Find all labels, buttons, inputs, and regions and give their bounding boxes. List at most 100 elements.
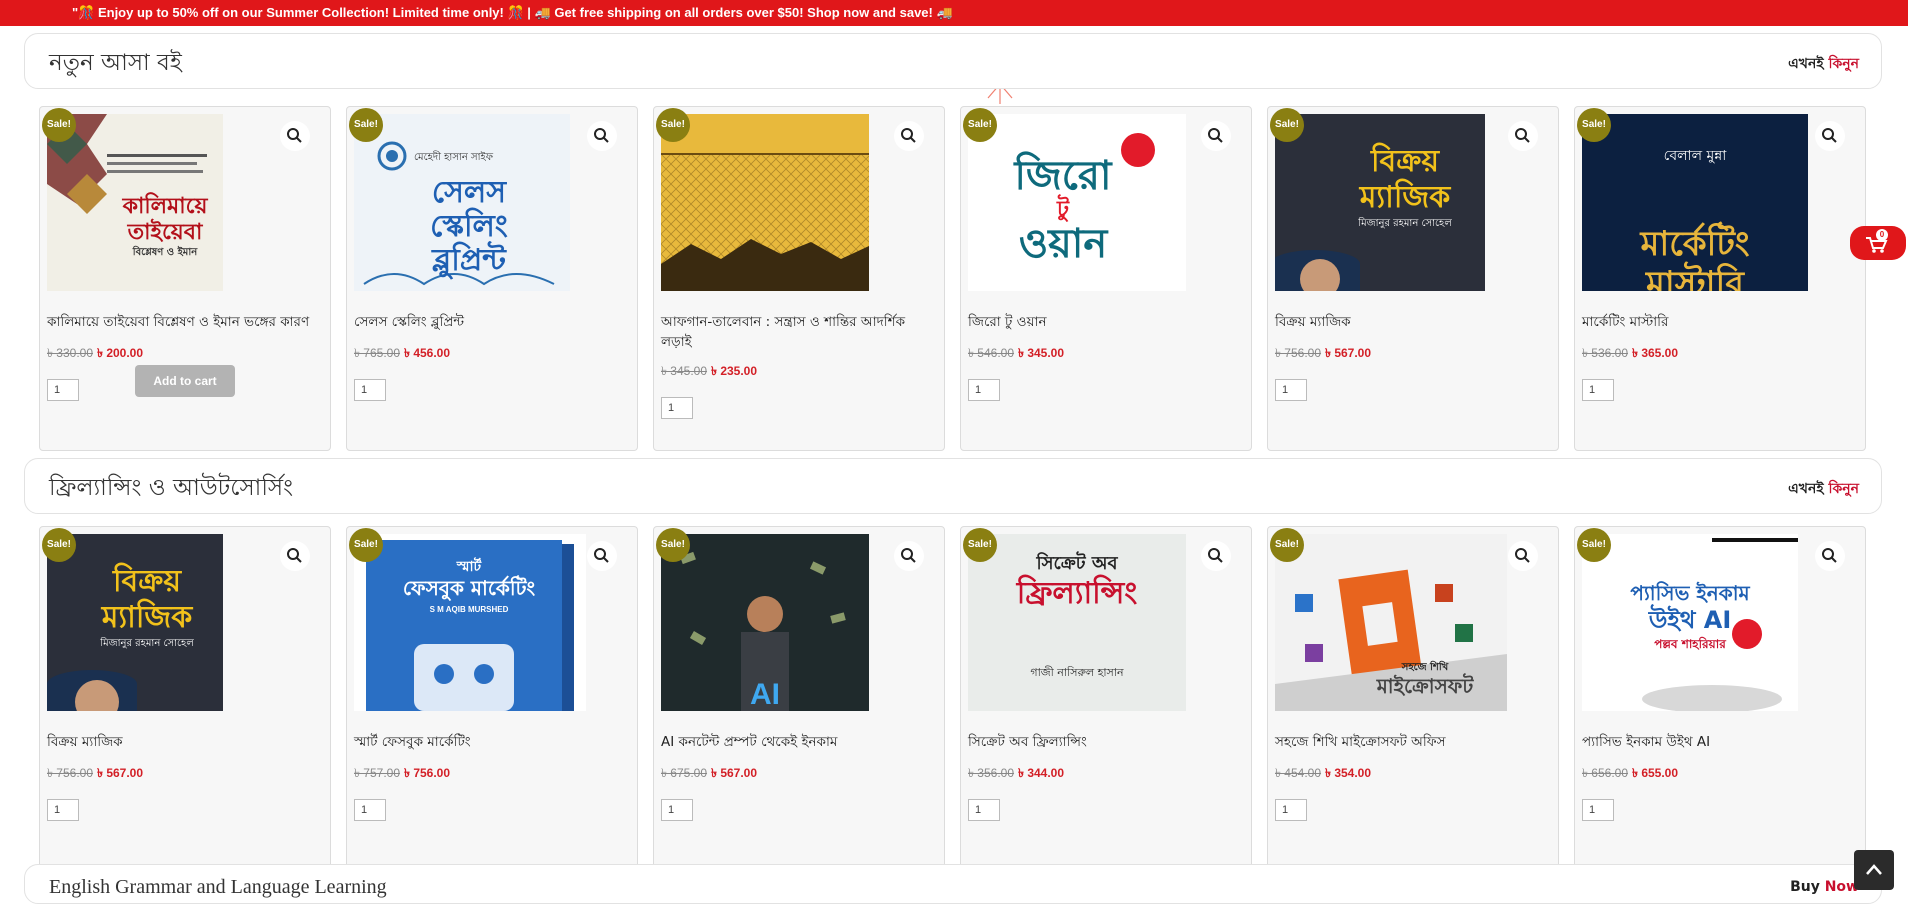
zoom-button[interactable] (587, 121, 617, 151)
cover-title: টু (1057, 197, 1069, 222)
sale-badge: Sale! (963, 108, 997, 142)
cover-title: তাইয়েবা (127, 220, 203, 245)
product-cover-image[interactable]: বেলাল মুন্না মার্কেটিং মাস্টারি (1582, 114, 1808, 291)
product-card[interactable]: সহজে শিখি মাইক্রোসফট Sale! সহজে শিখি মাই… (1267, 526, 1559, 871)
cover-title: ম্যাজিক (1359, 180, 1451, 215)
product-title[interactable]: স্মার্ট ফেসবুক মার্কেটিং (354, 732, 632, 752)
zoom-button[interactable] (894, 121, 924, 151)
buy-now-link[interactable]: এখনই কিনুন (1788, 52, 1859, 76)
product-title[interactable]: AI কনটেন্ট প্রম্পট থেকেই ইনকাম (661, 732, 939, 752)
zoom-button[interactable] (1508, 541, 1538, 571)
floating-cart-button[interactable]: 0 (1850, 226, 1906, 260)
buy-now-link[interactable]: এখনই কিনুন (1788, 477, 1859, 501)
zoom-button[interactable] (1201, 541, 1231, 571)
search-icon (287, 548, 302, 563)
cover-title: ফেসবুক মার্কেটিং (402, 576, 536, 600)
quantity-input[interactable]: 1 (1275, 379, 1307, 401)
cover-title: স্কেলিং (430, 209, 508, 244)
zoom-button[interactable] (587, 541, 617, 571)
cover-title: মাইক্রোসফট (1376, 674, 1474, 698)
quantity-input[interactable]: 1 (661, 397, 693, 419)
product-title[interactable]: জিরো টু ওয়ান (968, 312, 1246, 332)
quantity-input[interactable]: 1 (968, 379, 1000, 401)
cover-subtitle: বিশ্লেষণ ও ইমান (132, 247, 198, 258)
search-icon (1515, 128, 1530, 143)
product-card[interactable]: প্যাসিভ ইনকাম উইথ AI পল্লব শাহরিয়ার Sal… (1574, 526, 1866, 871)
quantity-input[interactable]: 1 (47, 799, 79, 821)
chevron-up-icon (1866, 864, 1882, 875)
cover-subtitle: মিজানুর রহমান সোহেল (1358, 218, 1452, 229)
product-cover-image[interactable]: বিক্রয় ম্যাজিক মিজানুর রহমান সোহেল (1275, 114, 1485, 291)
cover-title: বিক্রয় (1370, 144, 1440, 179)
product-cover-image[interactable]: সিক্রেট অব ফ্রিল্যান্সিং গাজী নাসিরুল হা… (968, 534, 1186, 711)
quantity-input[interactable]: 1 (354, 379, 386, 401)
quantity-input[interactable]: 1 (968, 799, 1000, 821)
product-cover-image[interactable]: প্যাসিভ ইনকাম উইথ AI পল্লব শাহরিয়ার (1582, 534, 1798, 711)
sale-badge: Sale! (42, 528, 76, 562)
quantity-input[interactable]: 1 (1275, 799, 1307, 821)
section-header-english: English Grammar and Language Learning Bu… (24, 864, 1882, 904)
product-card[interactable]: সিক্রেট অব ফ্রিল্যান্সিং গাজী নাসিরুল হা… (960, 526, 1252, 871)
cover-title: উইথ AI (1648, 606, 1732, 634)
product-price: ৳ 756.00 ৳ 567.00 (1275, 346, 1372, 360)
cover-title: মার্কেটিং (1640, 224, 1750, 264)
product-card[interactable]: বেলাল মুন্না মার্কেটিং মাস্টারি Sale! মা… (1574, 106, 1866, 451)
product-card[interactable]: Sale! আফগান-তালেবান : সন্ত্রাস ও শান্তির… (653, 106, 945, 451)
cover-title: বিক্রয় (112, 564, 182, 599)
product-cover-image[interactable]: সহজে শিখি মাইক্রোসফট (1275, 534, 1507, 711)
quantity-input[interactable]: 1 (47, 379, 79, 401)
quantity-input[interactable]: 1 (354, 799, 386, 821)
product-title[interactable]: প্যাসিভ ইনকাম উইথ AI (1582, 732, 1860, 752)
product-cover-image[interactable]: কালিমায়ে তাইয়েবা বিশ্লেষণ ও ইমান (47, 114, 223, 291)
section-title: নতুন আসা বই (49, 50, 182, 76)
scroll-to-top-button[interactable] (1854, 850, 1894, 890)
product-title[interactable]: সিক্রেট অব ফ্রিল্যান্সিং (968, 732, 1246, 752)
cover-title: প্যাসিভ ইনকাম (1630, 581, 1750, 605)
sale-badge: Sale! (1270, 528, 1304, 562)
product-cover-image[interactable]: স্মার্ট ফেসবুক মার্কেটিং S M AQIB MURSHE… (354, 534, 586, 711)
zoom-button[interactable] (1815, 121, 1845, 151)
product-price: ৳ 675.00 ৳ 567.00 (661, 766, 758, 780)
product-card[interactable]: মেহেদী হাসান সাইফ সেলস স্কেলিং ব্লুপ্রিন… (346, 106, 638, 451)
section-title: ফ্রিল্যান্সিং ও আউটসোর্সিং (49, 475, 293, 501)
zoom-button[interactable] (1508, 121, 1538, 151)
product-title[interactable]: বিক্রয় ম্যাজিক (47, 732, 325, 752)
product-title[interactable]: কালিমায়ে তাইয়েবা বিশ্লেষণ ও ইমান ভঙ্গে… (47, 312, 325, 332)
add-to-cart-button[interactable]: Add to cart (135, 365, 235, 397)
search-icon (1822, 128, 1837, 143)
zoom-button[interactable] (280, 121, 310, 151)
quantity-input[interactable]: 1 (1582, 799, 1614, 821)
search-icon (901, 128, 916, 143)
product-card[interactable]: বিক্রয় ম্যাজিক মিজানুর রহমান সোহেল Sale… (39, 526, 331, 871)
product-card[interactable]: AI Sale! AI কনটেন্ট প্রম্পট থেকেই ইনকাম … (653, 526, 945, 871)
product-cover-image[interactable]: জিরো টু ওয়ান (968, 114, 1186, 291)
zoom-button[interactable] (280, 541, 310, 571)
zoom-button[interactable] (894, 541, 924, 571)
buy-now-link[interactable]: Buy Now (1790, 879, 1859, 895)
product-title[interactable]: মার্কেটিং মাস্টারি (1582, 312, 1860, 332)
section-header-new-books: নতুন আসা বই এখনই কিনুন (24, 33, 1882, 89)
product-title[interactable]: আফগান-তালেবান : সন্ত্রাস ও শান্তির আদর্শ… (661, 312, 939, 352)
product-cover-image[interactable]: বিক্রয় ম্যাজিক মিজানুর রহমান সোহেল (47, 534, 223, 711)
zoom-button[interactable] (1815, 541, 1845, 571)
product-card[interactable]: কালিমায়ে তাইয়েবা বিশ্লেষণ ও ইমান Sale!… (39, 106, 331, 451)
product-card[interactable]: স্মার্ট ফেসবুক মার্কেটিং S M AQIB MURSHE… (346, 526, 638, 871)
product-price: ৳ 757.00 ৳ 756.00 (354, 766, 451, 780)
product-card[interactable]: জিরো টু ওয়ান Sale! জিরো টু ওয়ান ৳ 546.… (960, 106, 1252, 451)
cover-title: সেলস (431, 175, 507, 210)
quantity-input[interactable]: 1 (661, 799, 693, 821)
cart-count-badge: 0 (1876, 229, 1888, 241)
product-cover-image[interactable] (661, 114, 869, 291)
quantity-input[interactable]: 1 (1582, 379, 1614, 401)
sale-badge: Sale! (1270, 108, 1304, 142)
product-title[interactable]: সহজে শিখি মাইক্রোসফট অফিস (1275, 732, 1553, 752)
product-title[interactable]: সেলস স্কেলিং ব্লুপ্রিন্ট (354, 312, 632, 332)
product-cover-image[interactable]: AI (661, 534, 869, 711)
product-cover-image[interactable]: মেহেদী হাসান সাইফ সেলস স্কেলিং ব্লুপ্রিন… (354, 114, 570, 291)
zoom-button[interactable] (1201, 121, 1231, 151)
product-price: ৳ 765.00 ৳ 456.00 (354, 346, 451, 360)
product-title[interactable]: বিক্রয় ম্যাজিক (1275, 312, 1553, 332)
cover-title: AI (750, 678, 780, 711)
cover-subtitle: মিজানুর রহমান সোহেল (100, 638, 194, 649)
product-card[interactable]: বিক্রয় ম্যাজিক মিজানুর রহমান সোহেল Sale… (1267, 106, 1559, 451)
